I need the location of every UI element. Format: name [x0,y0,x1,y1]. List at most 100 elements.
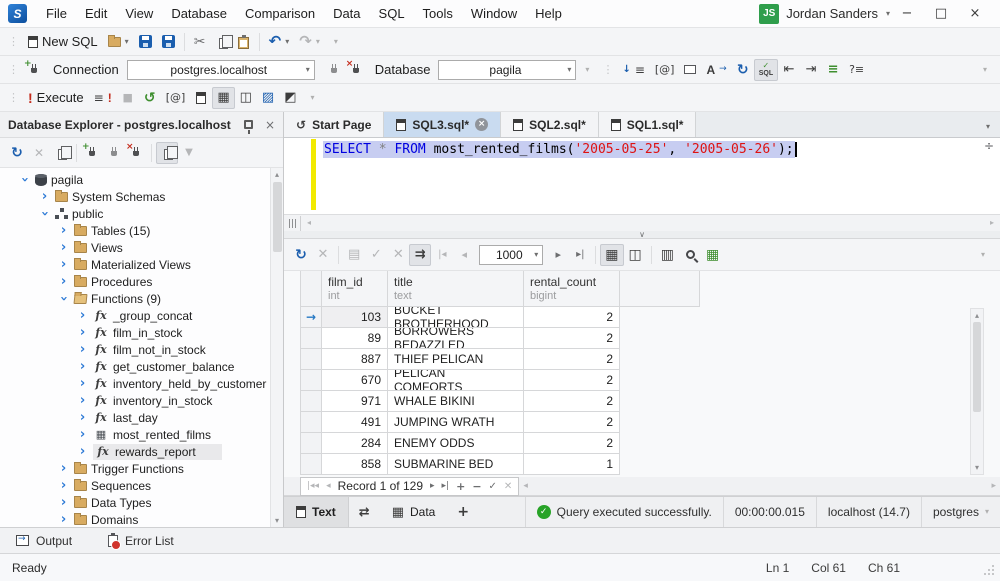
redo-caret-icon[interactable]: ▾ [316,38,320,46]
scroll-down-icon[interactable]: ▾ [971,463,983,472]
tab-sql1[interactable]: SQL1.sql* [599,112,697,137]
pivot-table-button[interactable]: ◩ [279,87,301,109]
chart-designer-button[interactable]: ▨ [257,87,279,109]
tree-item-data-types[interactable]: › Data Types [0,494,283,511]
expand-chevron-icon[interactable]: › [76,360,89,373]
database-overflow-button[interactable]: ▾ [576,59,598,81]
error-list-tab[interactable]: Error List [108,534,174,548]
explorer-duplicate-button[interactable] [156,142,178,164]
cell-rental-count[interactable]: 2 [524,370,620,391]
scroll-up-icon[interactable]: ▴ [271,170,283,179]
expand-chevron-icon[interactable]: › [76,326,89,339]
code-completion-button[interactable]: ↓ ≡ [617,59,649,81]
decrease-indent-button[interactable]: ⇤ [778,59,800,81]
cell-rental-count[interactable]: 2 [524,328,620,349]
tree-item-procedures[interactable]: › Procedures [0,273,283,290]
cell-film-id[interactable]: 89 [322,328,388,349]
cell-rental-count[interactable]: 2 [524,412,620,433]
row-indicator-cell[interactable] [300,412,322,433]
tree-item-inventory-held-by-customer[interactable]: › inventory_held_by_customer [0,375,283,392]
expand-chevron-icon[interactable]: › [38,207,51,220]
close-button[interactable]: × [958,0,992,28]
explorer-disconnect-button[interactable]: × [125,142,147,164]
cell-title[interactable]: PELICAN COMFORTS [388,370,524,391]
menu-window[interactable]: Window [462,0,526,28]
toolbar-overflow-button[interactable]: ▾ [972,244,994,266]
cell-rental-count[interactable]: 2 [524,391,620,412]
cell-title[interactable]: BUCKET BROTHERHOOD [388,307,524,328]
explorer-stop-refresh-button[interactable]: ✕ [28,142,50,164]
sql-editor[interactable]: SELECT * FROM most_rented_films('2005-05… [284,138,1000,214]
menu-edit[interactable]: Edit [76,0,116,28]
toolbar-grip[interactable]: ⋮ [8,92,19,103]
cell-film-id[interactable]: 491 [322,412,388,433]
grid-cancel-button[interactable]: ✕ [312,244,334,266]
paging-mode-button[interactable]: ⇉ [409,244,431,266]
scroll-up-icon[interactable]: ▴ [971,311,983,320]
maximize-button[interactable]: □ [924,0,958,28]
page-size-combo[interactable]: 1000 ▾ [479,245,543,265]
grid-refresh-button[interactable]: ↻ [290,244,312,266]
cell-title[interactable]: WHALE BIKINI [388,391,524,412]
tree-item-pagila[interactable]: › pagila [0,171,283,188]
undo-caret-icon[interactable]: ▾ [285,38,289,46]
cell-film-id[interactable]: 284 [322,433,388,454]
scroll-right-icon[interactable]: ▸ [991,481,996,491]
save-button[interactable] [134,31,157,53]
expand-chevron-icon[interactable]: › [57,462,70,475]
paste-button[interactable] [233,31,255,53]
explorer-windows-button[interactable] [50,142,72,164]
row-indicator-cell[interactable] [300,370,322,391]
row-indicator-cell[interactable] [300,433,322,454]
toolbar-overflow-button[interactable]: ▾ [302,87,324,109]
editor-results-splitter[interactable]: ∨ [284,231,1000,239]
cell-title[interactable]: SUBMARINE BED [388,454,524,475]
menu-sql[interactable]: SQL [370,0,414,28]
open-file-caret-icon[interactable]: ▾ [125,38,129,46]
row-indicator-cell[interactable] [300,328,322,349]
cell-film-id[interactable]: 103 [322,307,388,328]
tree-item-film-not-in-stock[interactable]: › film_not_in_stock [0,341,283,358]
last-page-button[interactable]: ▸| [569,244,591,266]
cell-rental-count[interactable]: 2 [524,433,620,454]
redo-button[interactable]: ↷ ▾ [294,31,325,53]
scroll-down-icon[interactable]: ▾ [271,516,283,525]
execute-button[interactable]: ! Execute [23,87,89,109]
tree-item-group-concat[interactable]: › _group_concat [0,307,283,324]
menu-comparison[interactable]: Comparison [236,0,324,28]
cell-film-id[interactable]: 971 [322,391,388,412]
explorer-connect-button[interactable] [103,142,125,164]
cell-rental-count[interactable]: 2 [524,307,620,328]
card-view-button[interactable]: ◫ [624,244,647,266]
expand-chevron-icon[interactable]: › [76,428,89,441]
last-record-icon[interactable]: ▸| [442,481,450,491]
row-indicator-cell[interactable] [300,349,322,370]
next-record-icon[interactable]: ▸ [430,481,435,491]
tree-item-get-customer-balance[interactable]: › get_customer_balance [0,358,283,375]
scroll-left-icon[interactable]: ◂ [301,219,317,227]
expand-chevron-icon[interactable]: › [76,343,89,356]
cancel-edit-icon[interactable]: ✕ [504,481,512,492]
grid-vertical-scrollbar[interactable]: ▴ ▾ [970,308,984,475]
expand-chevron-icon[interactable]: › [38,190,51,203]
add-view-button[interactable]: + [447,497,479,527]
execute-script-button[interactable]: ≡ ! [89,87,117,109]
expand-chevron-icon[interactable]: › [76,309,89,322]
close-tab-icon[interactable]: × [475,118,488,131]
comment-button[interactable]: ?≡ [844,59,869,81]
db-user-selector[interactable]: postgres ▾ [921,497,1000,527]
column-header-rental-count[interactable]: rental_count bigint [524,271,620,307]
expand-chevron-icon[interactable]: › [18,173,31,186]
tree-item-functions[interactable]: › Functions (9) [0,290,283,307]
expand-chevron-icon[interactable]: › [57,224,70,237]
refresh-button[interactable]: ↻ [732,59,754,81]
tree-item-public[interactable]: › public [0,205,283,222]
menu-database[interactable]: Database [162,0,236,28]
disconnect-button[interactable]: × [345,59,367,81]
grid-row[interactable]: 89 BORROWERS BEDAZZLED 2 [300,328,700,349]
validate-sql-button[interactable]: ✓SQL [754,59,778,81]
grid-row[interactable]: 491 JUMPING WRATH 2 [300,412,700,433]
toolbar-grip[interactable]: ⋮ [8,64,19,75]
explorer-new-connection-button[interactable]: + [81,142,103,164]
send-results-button[interactable]: [@] [161,87,191,109]
